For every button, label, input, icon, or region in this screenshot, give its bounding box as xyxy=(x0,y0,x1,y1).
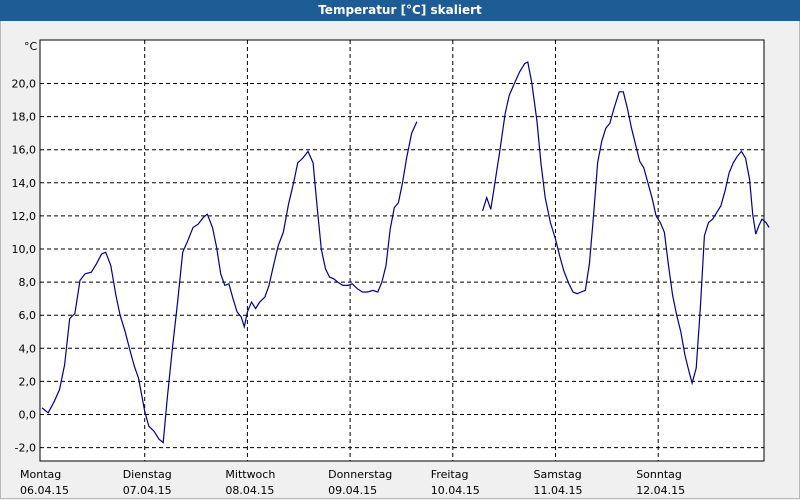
y-tick-label: 2,0 xyxy=(19,375,37,388)
x-tick-date: 10.04.15 xyxy=(431,484,480,497)
x-tick-day: Samstag xyxy=(534,468,582,481)
y-tick-label: 4,0 xyxy=(19,342,37,355)
x-tick-day: Sonntag xyxy=(636,468,682,481)
y-axis-unit-label: °C xyxy=(24,40,38,53)
x-tick-day: Freitag xyxy=(431,468,469,481)
x-tick-date: 08.04.15 xyxy=(225,484,274,497)
y-tick-label: 20,0 xyxy=(12,78,37,91)
y-tick-label: 16,0 xyxy=(12,144,37,157)
x-tick-date: 07.04.15 xyxy=(123,484,172,497)
x-tick-date: 12.04.15 xyxy=(636,484,685,497)
x-tick-day: Donnerstag xyxy=(328,468,392,481)
plot-area xyxy=(39,39,765,462)
x-tick-date: 11.04.15 xyxy=(534,484,583,497)
x-tick-day: Montag xyxy=(20,468,61,481)
y-axis-ticks: -2,0 0,0 2,0 4,0 6,0 8,0 10,0 12,0 14,0 16,0 18,0 2… xyxy=(12,78,37,455)
x-tick-day: Mittwoch xyxy=(225,468,275,481)
y-tick-label: 0,0 xyxy=(19,409,37,422)
y-tick-label: 6,0 xyxy=(19,309,37,322)
y-tick-label: 12,0 xyxy=(12,210,37,223)
y-tick-label: 14,0 xyxy=(12,177,37,190)
x-tick-date: 09.04.15 xyxy=(328,484,377,497)
x-tick-date: 06.04.15 xyxy=(20,484,69,497)
y-tick-label: -2,0 xyxy=(15,442,36,455)
temperature-chart: -2,0 0,0 2,0 4,0 6,0 8,0 10,0 12,0 14,0 16,0 18,0 2… xyxy=(12,39,770,497)
x-tick-day: Dienstag xyxy=(123,468,172,481)
y-tick-label: 18,0 xyxy=(12,111,37,124)
x-axis-ticks: Montag 06.04.15 Dienstag 07.04.15 Mittwoch 08… xyxy=(20,468,685,497)
y-tick-label: 10,0 xyxy=(12,243,37,256)
y-tick-label: 8,0 xyxy=(19,276,37,289)
